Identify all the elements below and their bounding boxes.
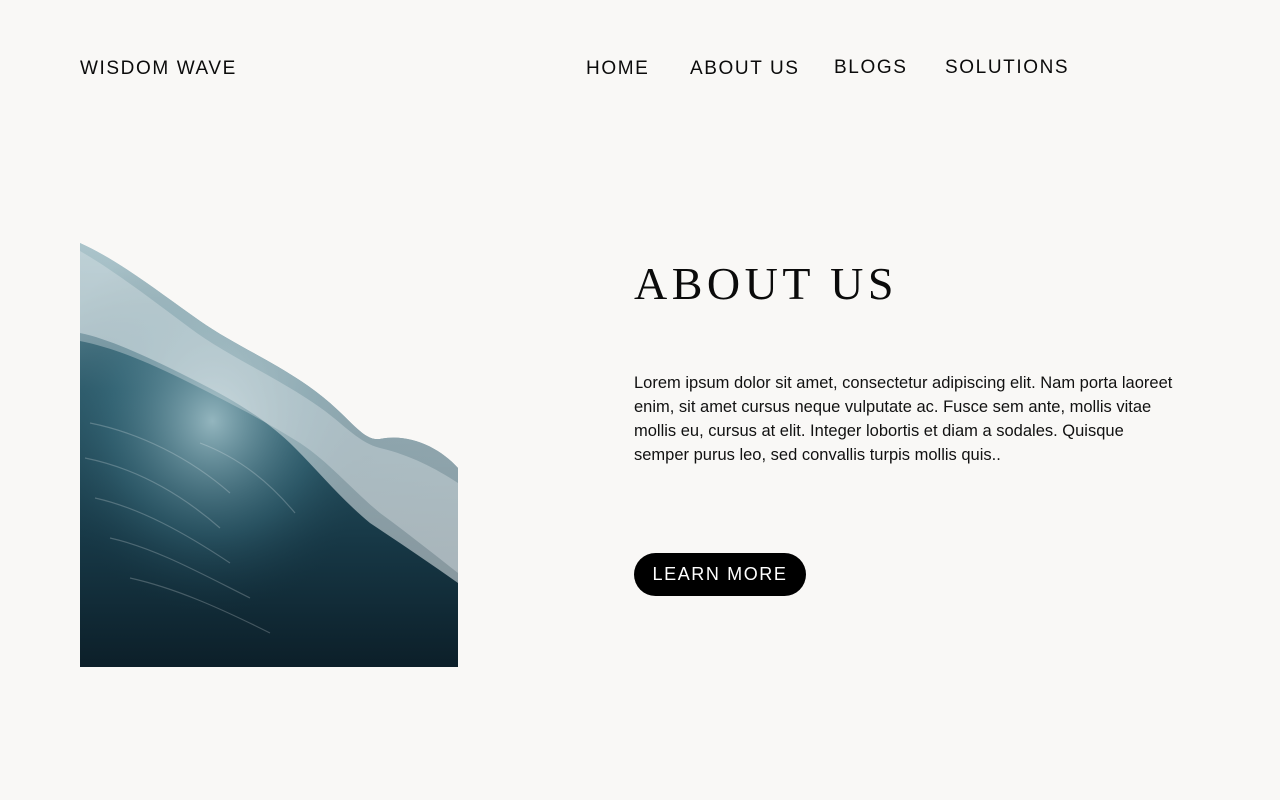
brand-logo-text[interactable]: WISDOM WAVE <box>80 57 237 81</box>
nav-link-home[interactable]: HOME <box>586 57 649 81</box>
nav-link-solutions[interactable]: SOLUTIONS <box>945 56 1069 80</box>
page-title: ABOUT US <box>634 258 898 309</box>
learn-more-button[interactable]: LEARN MORE <box>634 553 806 596</box>
nav-link-blogs[interactable]: BLOGS <box>834 56 907 80</box>
ocean-wave-image <box>80 243 458 667</box>
nav-link-about-us[interactable]: ABOUT US <box>690 57 800 81</box>
page: WISDOM WAVE HOME ABOUT US BLOGS SOLUTION… <box>0 0 1280 800</box>
about-description: Lorem ipsum dolor sit amet, consectetur … <box>634 374 1173 464</box>
